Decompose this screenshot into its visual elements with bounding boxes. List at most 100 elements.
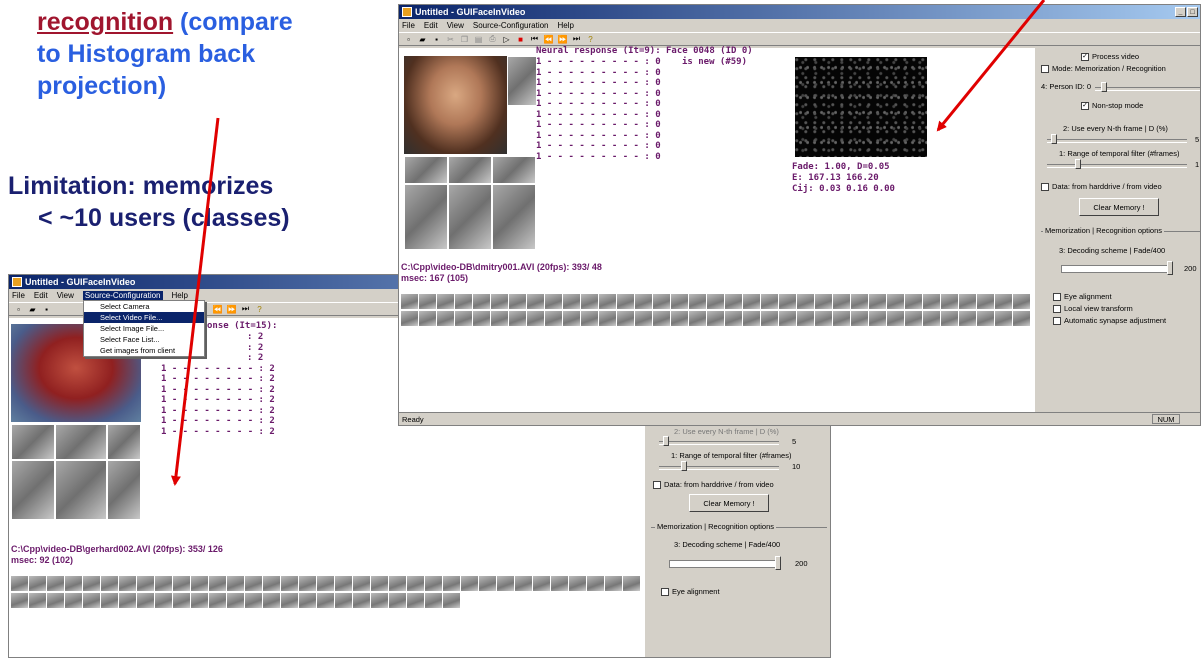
front-menu-help[interactable]: Help [558, 21, 574, 30]
front-response-header: Neural response (It=9): [536, 46, 661, 56]
back-menu-edit[interactable]: Edit [34, 291, 48, 300]
list-item: 1 - - - - - - - - - : 0 [536, 67, 661, 78]
front-process-video-checkbox[interactable]: ✓ Process video [1081, 52, 1139, 61]
save-icon[interactable]: ▪ [41, 304, 52, 314]
recognition-rest: (compare [173, 8, 293, 36]
back-menu-file[interactable]: File [12, 291, 25, 300]
back-decoding-slider[interactable] [669, 560, 777, 568]
list-item: 1 - - - - - - - - - : 0 [536, 99, 661, 109]
menu-item-select-camera[interactable]: Select Camera [84, 301, 204, 312]
play-icon[interactable]: ▷ [501, 34, 512, 44]
back-decoding-label: 3: Decoding scheme | Fade/400 [674, 540, 781, 549]
back-menu-source[interactable]: Source-Configuration [82, 291, 163, 300]
checkbox[interactable] [1053, 304, 1061, 313]
front-e-values: E: 167.13 166.20 [792, 173, 879, 183]
help-icon[interactable]: ? [254, 304, 265, 314]
list-item: 1 - - - - - - - - : 2 [161, 416, 275, 426]
save-icon[interactable]: ▪ [431, 34, 442, 44]
face-tile [11, 460, 55, 520]
list-item: 1 - - - - - - - - - : 0 [536, 78, 661, 88]
menu-item-get-images-from-client[interactable]: Get images from client [84, 345, 204, 356]
list-item: 1 - - - - - - - - : 2 [161, 384, 275, 395]
back-temporal-slider[interactable] [659, 466, 779, 470]
window-controls: _ □ [1175, 7, 1200, 17]
slider-thumb[interactable] [1075, 159, 1081, 169]
list-item: 1 - - - - - - - - - : 0 [536, 141, 661, 151]
back-decoding-value: 200 [795, 559, 808, 568]
front-mode-checkbox[interactable]: Mode: Memorization / Recognition [1041, 64, 1166, 73]
front-decoding-slider[interactable] [1061, 265, 1169, 273]
open-icon[interactable]: ▰ [417, 34, 428, 44]
front-eye-alignment-checkbox[interactable]: Eye alignment [1053, 292, 1112, 301]
copy-icon[interactable]: ❐ [459, 34, 470, 44]
front-local-view-checkbox[interactable]: Local view transform [1053, 304, 1133, 313]
checkbox[interactable] [661, 587, 669, 596]
checkbox[interactable] [1041, 64, 1049, 73]
front-menu-edit[interactable]: Edit [424, 21, 438, 30]
back-nth-frame-slider[interactable] [659, 441, 779, 445]
checkbox[interactable] [1041, 182, 1049, 191]
front-titlebar[interactable]: Untitled - GUIFaceInVideo _ □ [399, 5, 1200, 19]
slider-thumb[interactable] [1051, 134, 1057, 144]
first-icon[interactable]: ⏮ [529, 34, 540, 44]
face-tile [107, 460, 141, 520]
forward-icon[interactable]: ⏩ [557, 34, 568, 44]
front-msec: msec: 167 (105) [401, 273, 469, 283]
status-text: Ready [402, 414, 424, 424]
stop-icon[interactable]: ■ [515, 34, 526, 44]
slider-thumb[interactable] [681, 461, 687, 471]
new-icon[interactable]: ▫ [403, 34, 414, 44]
face-tile [55, 424, 107, 460]
paste-icon[interactable]: ▤ [473, 34, 484, 44]
front-synapse-checkbox[interactable]: Automatic synapse adjustment [1053, 316, 1166, 325]
slider-thumb[interactable] [775, 556, 781, 570]
list-item: 1 - - - - - - - - : 2 [161, 426, 275, 437]
slider-thumb[interactable] [1101, 82, 1107, 92]
slider-thumb[interactable] [663, 436, 669, 446]
front-menu-view[interactable]: View [447, 21, 464, 30]
front-data-source-checkbox[interactable]: Data: from harddrive / from video [1041, 182, 1162, 191]
front-temporal-slider[interactable] [1047, 164, 1187, 168]
last-icon[interactable]: ⏭ [240, 304, 251, 314]
face-tile [404, 184, 448, 250]
front-person-id-slider[interactable] [1095, 87, 1200, 91]
minimize-icon[interactable]: _ [1175, 7, 1186, 17]
front-non-stop-checkbox[interactable]: ✓ Non-stop mode [1081, 101, 1143, 110]
front-clear-memory-button[interactable]: Clear Memory ! [1079, 198, 1159, 216]
front-nth-frame-slider[interactable] [1047, 139, 1187, 143]
menu-item-select-image-file[interactable]: Select Image File... [84, 323, 204, 334]
back-clear-memory-button[interactable]: Clear Memory ! [689, 494, 769, 512]
front-menu-source[interactable]: Source-Configuration [473, 21, 549, 30]
checkbox[interactable]: ✓ [1081, 101, 1089, 110]
back-file-info: C:\Cpp\video-DB\gerhard002.AVI (20fps): … [11, 544, 223, 554]
back-eye-alignment-checkbox[interactable]: Eye alignment [661, 587, 720, 596]
menu-item-select-video-file[interactable]: Select Video File... [84, 312, 204, 323]
menu-item-select-face-list[interactable]: Select Face List... [84, 334, 204, 345]
rewind-icon[interactable]: ⏪ [212, 304, 223, 314]
checkbox[interactable] [1053, 316, 1061, 325]
cut-icon[interactable]: ✂ [445, 34, 456, 44]
front-nth-frame-label: 2: Use every N-th frame | D (%) [1063, 124, 1168, 133]
help-icon[interactable]: ? [585, 34, 596, 44]
open-icon[interactable]: ▰ [27, 304, 38, 314]
front-menu-file[interactable]: File [402, 21, 415, 30]
front-cij: Cij: 0.03 0.16 0.00 [792, 184, 895, 194]
front-options-panel: ✓ Process video Mode: Memorization / Reco… [1039, 48, 1200, 412]
last-icon[interactable]: ⏭ [571, 34, 582, 44]
list-item: 1 - - - - - - - - : 2 [161, 405, 275, 416]
rewind-icon[interactable]: ⏪ [543, 34, 554, 44]
checkbox[interactable]: ✓ [1081, 52, 1089, 61]
checkbox[interactable] [653, 480, 661, 489]
back-menu-help[interactable]: Help [172, 291, 188, 300]
back-data-source-checkbox[interactable]: Data: from harddrive / from video [653, 480, 774, 489]
checkbox[interactable] [1053, 292, 1061, 301]
new-icon[interactable]: ▫ [13, 304, 24, 314]
num-lock-indicator: NUM [1152, 414, 1180, 424]
recognition-line-3: projection) [37, 72, 167, 100]
slider-thumb[interactable] [1167, 261, 1173, 275]
print-icon[interactable]: ⎙ [487, 34, 498, 44]
maximize-icon[interactable]: □ [1187, 7, 1198, 17]
forward-icon[interactable]: ⏩ [226, 304, 237, 314]
list-item: 1 - - - - - - - - : 2 [161, 374, 275, 384]
back-menu-view[interactable]: View [57, 291, 74, 300]
